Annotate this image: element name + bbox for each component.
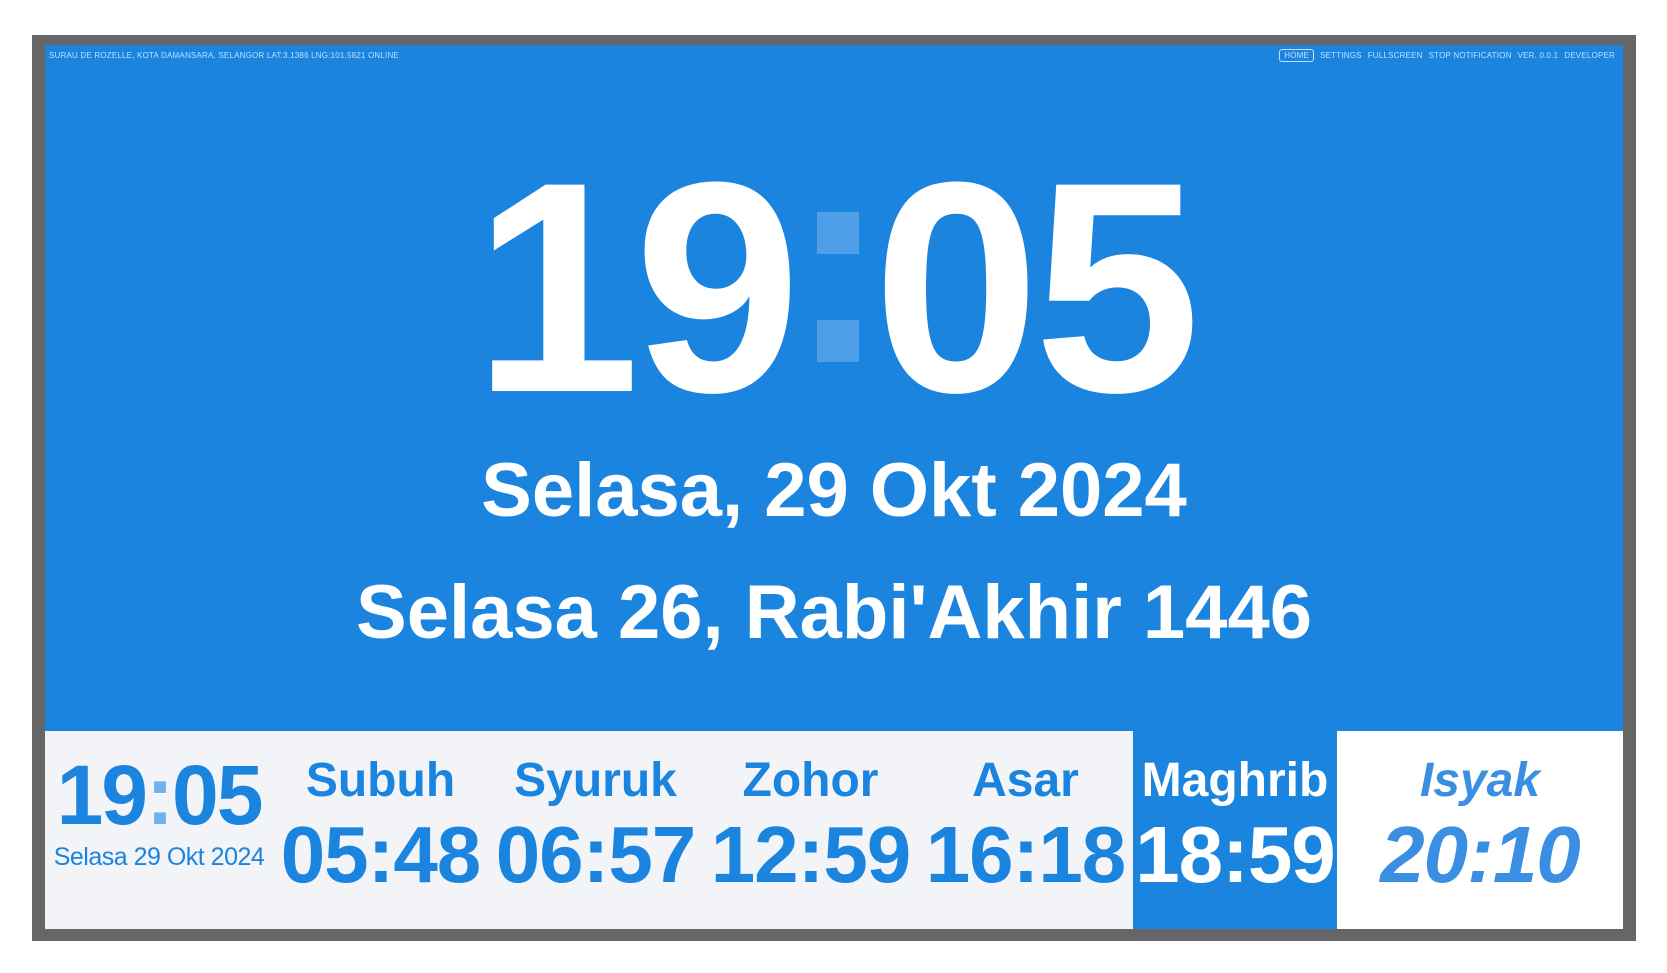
prayer-name: Isyak xyxy=(1419,754,1541,807)
prayer-times-panel: 19:05 Selasa 29 Okt 2024 Subuh 05:48 Syu… xyxy=(45,731,1623,929)
mini-clock-hours: 19 xyxy=(56,748,148,842)
prayer-display-screen: SURAU DE ROZELLE, KOTA DAMANSARA, SELANG… xyxy=(45,45,1623,929)
top-bar: SURAU DE ROZELLE, KOTA DAMANSARA, SELANG… xyxy=(45,45,1623,69)
mini-clock: 19:05 Selasa 29 Okt 2024 xyxy=(45,753,273,872)
prayer-name: Subuh xyxy=(305,754,456,807)
prayer-syuruk: Syuruk 06:57 xyxy=(488,731,703,929)
menu-fullscreen[interactable]: FULLSCREEN xyxy=(1368,51,1423,60)
prayer-time: 18:59 xyxy=(1135,810,1336,899)
hijri-date: Selasa 26, Rabi'Akhir 1446 xyxy=(356,570,1312,655)
mini-clock-minutes: 05 xyxy=(171,748,263,842)
prayer-isyak-next: Isyak 20:10 xyxy=(1337,731,1623,929)
prayer-subuh: Subuh 05:48 xyxy=(273,731,488,929)
prayer-zohor: Zohor 12:59 xyxy=(703,731,918,929)
prayer-name: Syuruk xyxy=(514,754,677,807)
main-clock: 19 05 xyxy=(45,137,1623,437)
prayer-maghrib-current: Maghrib 18:59 xyxy=(1133,731,1337,929)
menu-developer[interactable]: DEVELOPER xyxy=(1564,51,1615,60)
location-info: SURAU DE ROZELLE, KOTA DAMANSARA, SELANG… xyxy=(49,51,399,60)
mini-clock-colon: : xyxy=(146,748,174,842)
prayer-name: Zohor xyxy=(742,754,879,807)
prayer-name: Maghrib xyxy=(1141,754,1329,807)
menu-stop-notification[interactable]: STOP NOTIFICATION xyxy=(1429,51,1512,60)
mini-clock-date: Selasa 29 Okt 2024 xyxy=(53,843,265,871)
clock-hours: 19 xyxy=(473,119,801,455)
prayer-time: 16:18 xyxy=(925,810,1127,899)
gregorian-date: Selasa, 29 Okt 2024 xyxy=(481,448,1187,533)
prayer-time: 20:10 xyxy=(1380,810,1581,899)
menu-settings[interactable]: SETTINGS xyxy=(1320,51,1362,60)
mini-clock-time: 19:05 xyxy=(45,753,273,837)
clock-minutes: 05 xyxy=(873,119,1201,455)
prayer-time: 05:48 xyxy=(280,810,482,899)
prayer-name: Asar xyxy=(972,754,1079,807)
prayer-time: 06:57 xyxy=(495,810,697,899)
top-menu: HOME SETTINGS FULLSCREEN STOP NOTIFICATI… xyxy=(1279,49,1615,62)
prayer-time: 12:59 xyxy=(710,810,912,899)
version-label: VER. 0.0.1 xyxy=(1517,51,1559,60)
clock-colon xyxy=(817,212,859,362)
prayer-asar: Asar 16:18 xyxy=(918,731,1133,929)
menu-home[interactable]: HOME xyxy=(1279,49,1315,62)
